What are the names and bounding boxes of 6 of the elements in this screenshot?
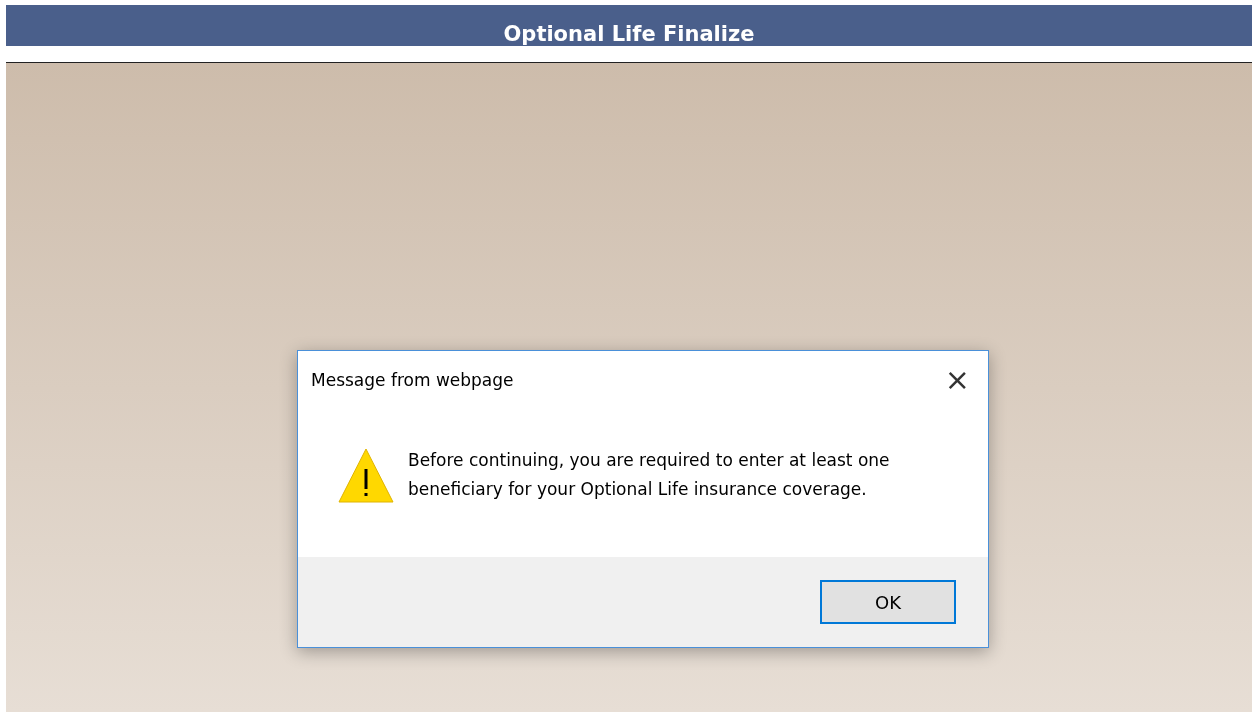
- ok-button[interactable]: OK: [820, 580, 956, 624]
- close-button[interactable]: ×: [944, 365, 970, 395]
- dialog-message: Before continuing, you are required to enter at least one beneficiary for your Optional Life insurance coverage.: [408, 449, 891, 501]
- page-title: Optional Life Finalize: [503, 21, 755, 47]
- dialog-title: Message from webpage: [311, 370, 514, 390]
- warning-icon: [338, 447, 394, 503]
